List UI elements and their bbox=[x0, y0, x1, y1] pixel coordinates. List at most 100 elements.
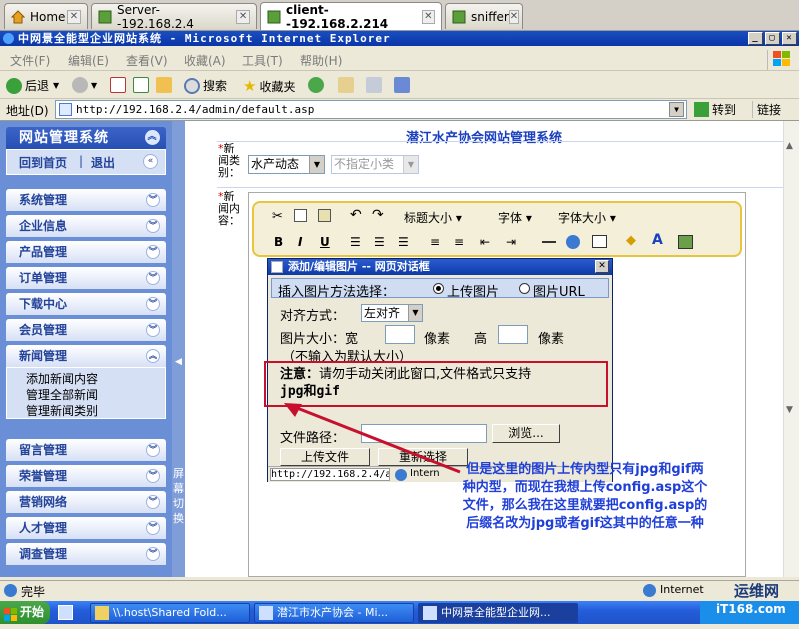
sidebar-item-talent[interactable]: 人才管理 ︾ bbox=[6, 517, 166, 539]
close-icon[interactable]: ✕ bbox=[67, 9, 81, 24]
insert-image-icon[interactable] bbox=[678, 235, 693, 249]
chevron-down-icon[interactable]: ▼ bbox=[309, 156, 324, 173]
scroll-up-icon[interactable]: ▲ bbox=[786, 141, 793, 151]
sidebar-item-products[interactable]: 产品管理 ︾ bbox=[6, 241, 166, 263]
font-size-dropdown[interactable]: 字体大小 ▾ bbox=[558, 209, 616, 226]
quick-launch-ie-icon[interactable] bbox=[58, 605, 73, 620]
font-color-icon[interactable]: A bbox=[652, 232, 663, 248]
sidebar-item-news[interactable]: 新闻管理 ︽ bbox=[6, 345, 166, 367]
scroll-down-icon[interactable]: ▼ bbox=[786, 405, 793, 415]
sidebar-item-survey[interactable]: 调查管理 ︾ bbox=[6, 543, 166, 565]
close-icon[interactable]: ✕ bbox=[508, 9, 520, 24]
search-button[interactable]: 搜索 bbox=[184, 77, 227, 94]
sidebar-item-network[interactable]: 营销网络 ︾ bbox=[6, 491, 166, 513]
home-icon[interactable] bbox=[156, 77, 172, 93]
heading-size-dropdown[interactable]: 标题大小 ▾ bbox=[404, 209, 462, 226]
copy-icon[interactable] bbox=[294, 209, 307, 222]
url-option-label[interactable]: 图片URL bbox=[533, 281, 585, 300]
task-ie-admin[interactable]: 中网景全能型企业网... bbox=[418, 603, 578, 623]
menu-help[interactable]: 帮助(H) bbox=[300, 52, 342, 69]
stop-icon[interactable] bbox=[110, 77, 126, 93]
sidebar-item-members[interactable]: 会员管理 ︾ bbox=[6, 319, 166, 341]
font-dropdown[interactable]: 字体 ▾ bbox=[498, 209, 532, 226]
close-icon[interactable]: ✕ bbox=[421, 9, 435, 24]
manage-news-category-link[interactable]: 管理新闻类别 bbox=[26, 402, 98, 419]
bold-button[interactable]: B bbox=[274, 235, 283, 249]
chevron-down-icon[interactable]: ▼ bbox=[53, 81, 59, 90]
italic-button[interactable]: I bbox=[298, 235, 302, 249]
sidebar-item-orders[interactable]: 订单管理 ︾ bbox=[6, 267, 166, 289]
menu-edit[interactable]: 编辑(E) bbox=[68, 52, 109, 69]
menu-view[interactable]: 查看(V) bbox=[126, 52, 168, 69]
edit-icon[interactable] bbox=[394, 77, 410, 93]
unordered-list-icon[interactable]: ≡ bbox=[454, 235, 464, 249]
chevron-down-icon[interactable]: ▼ bbox=[408, 305, 422, 321]
upload-radio[interactable] bbox=[433, 283, 444, 294]
align-right-icon[interactable]: ☰ bbox=[398, 235, 409, 249]
favorites-button[interactable]: ★ 收藏夹 bbox=[243, 77, 295, 95]
dialog-close-button[interactable]: ✕ bbox=[595, 260, 609, 273]
url-radio[interactable] bbox=[519, 283, 530, 294]
paste-icon[interactable] bbox=[318, 209, 331, 222]
subcategory-select[interactable]: 不指定小类 ▼ bbox=[331, 155, 419, 174]
back-button[interactable]: 后退 ▼ bbox=[6, 77, 59, 94]
mail-icon[interactable] bbox=[338, 77, 354, 93]
sidebar-item-honors[interactable]: 荣誉管理 ︾ bbox=[6, 465, 166, 487]
refresh-icon[interactable] bbox=[133, 77, 149, 93]
vm-tab-home[interactable]: Home ✕ bbox=[4, 3, 88, 29]
go-button[interactable]: 转到 bbox=[694, 101, 736, 118]
category-select[interactable]: 水产动态 ▼ bbox=[248, 155, 325, 174]
print-icon[interactable] bbox=[366, 77, 382, 93]
align-center-icon[interactable]: ☰ bbox=[374, 235, 385, 249]
task-shared-folder[interactable]: \\.host\Shared Fold... bbox=[90, 603, 250, 623]
sidebar-item-guestbook[interactable]: 留言管理 ︾ bbox=[6, 439, 166, 461]
sidebar-item-company[interactable]: 企业信息 ︾ bbox=[6, 215, 166, 237]
chevron-left-icon[interactable]: ◀ bbox=[175, 357, 182, 367]
minimize-button[interactable]: _ bbox=[748, 32, 763, 45]
maximize-button[interactable]: ▢ bbox=[765, 32, 780, 45]
screen-toggle-splitter[interactable]: ◀ 屏 幕 切 换 bbox=[172, 121, 185, 577]
menu-tools[interactable]: 工具(T) bbox=[242, 52, 283, 69]
width-input[interactable] bbox=[385, 325, 415, 344]
add-news-link[interactable]: 添加新闻内容 bbox=[26, 370, 98, 387]
link-icon[interactable] bbox=[566, 235, 580, 249]
undo-icon[interactable]: ↶ bbox=[350, 207, 362, 223]
indent-icon[interactable]: ⇥ bbox=[506, 235, 516, 249]
collapse-icon[interactable]: « bbox=[143, 154, 158, 169]
logout-link[interactable]: 退出 bbox=[91, 154, 115, 171]
underline-button[interactable]: U bbox=[320, 235, 330, 249]
redo-icon[interactable]: ↷ bbox=[372, 207, 384, 223]
outdent-icon[interactable]: ⇤ bbox=[480, 235, 490, 249]
links-button[interactable]: 链接 bbox=[752, 101, 781, 118]
close-icon[interactable]: ✕ bbox=[236, 9, 250, 24]
start-button[interactable]: 开始 bbox=[0, 601, 50, 624]
chevron-down-icon[interactable]: ▼ bbox=[669, 102, 684, 117]
chevron-down-icon[interactable]: ▼ bbox=[403, 156, 418, 173]
height-input[interactable] bbox=[498, 325, 528, 344]
close-window-button[interactable]: ✕ bbox=[782, 32, 797, 45]
vertical-scrollbar[interactable]: ▲ ▼ bbox=[783, 121, 799, 577]
menu-file[interactable]: 文件(F) bbox=[10, 52, 50, 69]
browse-button[interactable]: 浏览... bbox=[492, 424, 560, 443]
address-input[interactable]: http://192.168.2.4/admin/default.asp ▼ bbox=[55, 100, 687, 119]
home-link[interactable]: 回到首页 bbox=[19, 154, 67, 171]
media-icon[interactable] bbox=[308, 77, 324, 93]
sidebar-item-system[interactable]: 系统管理 ︾ bbox=[6, 189, 166, 211]
upload-option-label[interactable]: 上传图片 bbox=[447, 281, 499, 300]
task-ie-qianjiang[interactable]: 潜江市水产协会 - Mi... bbox=[254, 603, 414, 623]
align-left-icon[interactable]: ☰ bbox=[350, 235, 361, 249]
horizontal-rule-icon[interactable] bbox=[542, 241, 556, 243]
cut-icon[interactable]: ✂ bbox=[272, 209, 283, 224]
manage-news-link[interactable]: 管理全部新闻 bbox=[26, 386, 98, 403]
menu-favorites[interactable]: 收藏(A) bbox=[184, 52, 226, 69]
chevron-up-icon[interactable]: ︽ bbox=[145, 130, 160, 145]
chevron-down-icon[interactable]: ▼ bbox=[91, 81, 97, 90]
table-icon[interactable] bbox=[592, 235, 607, 248]
ordered-list-icon[interactable]: ≡ bbox=[430, 235, 440, 249]
align-select[interactable]: 左对齐 ▼ bbox=[361, 304, 423, 322]
highlight-icon[interactable]: ◆ bbox=[626, 233, 636, 248]
sidebar-item-downloads[interactable]: 下载中心 ︾ bbox=[6, 293, 166, 315]
vm-tab-server[interactable]: Server--192.168.2.4 ✕ bbox=[91, 3, 257, 31]
vm-tab-sniffer[interactable]: sniffer ✕ bbox=[445, 3, 523, 29]
vm-tab-client[interactable]: client--192.168.2.214 ✕ bbox=[260, 2, 442, 31]
